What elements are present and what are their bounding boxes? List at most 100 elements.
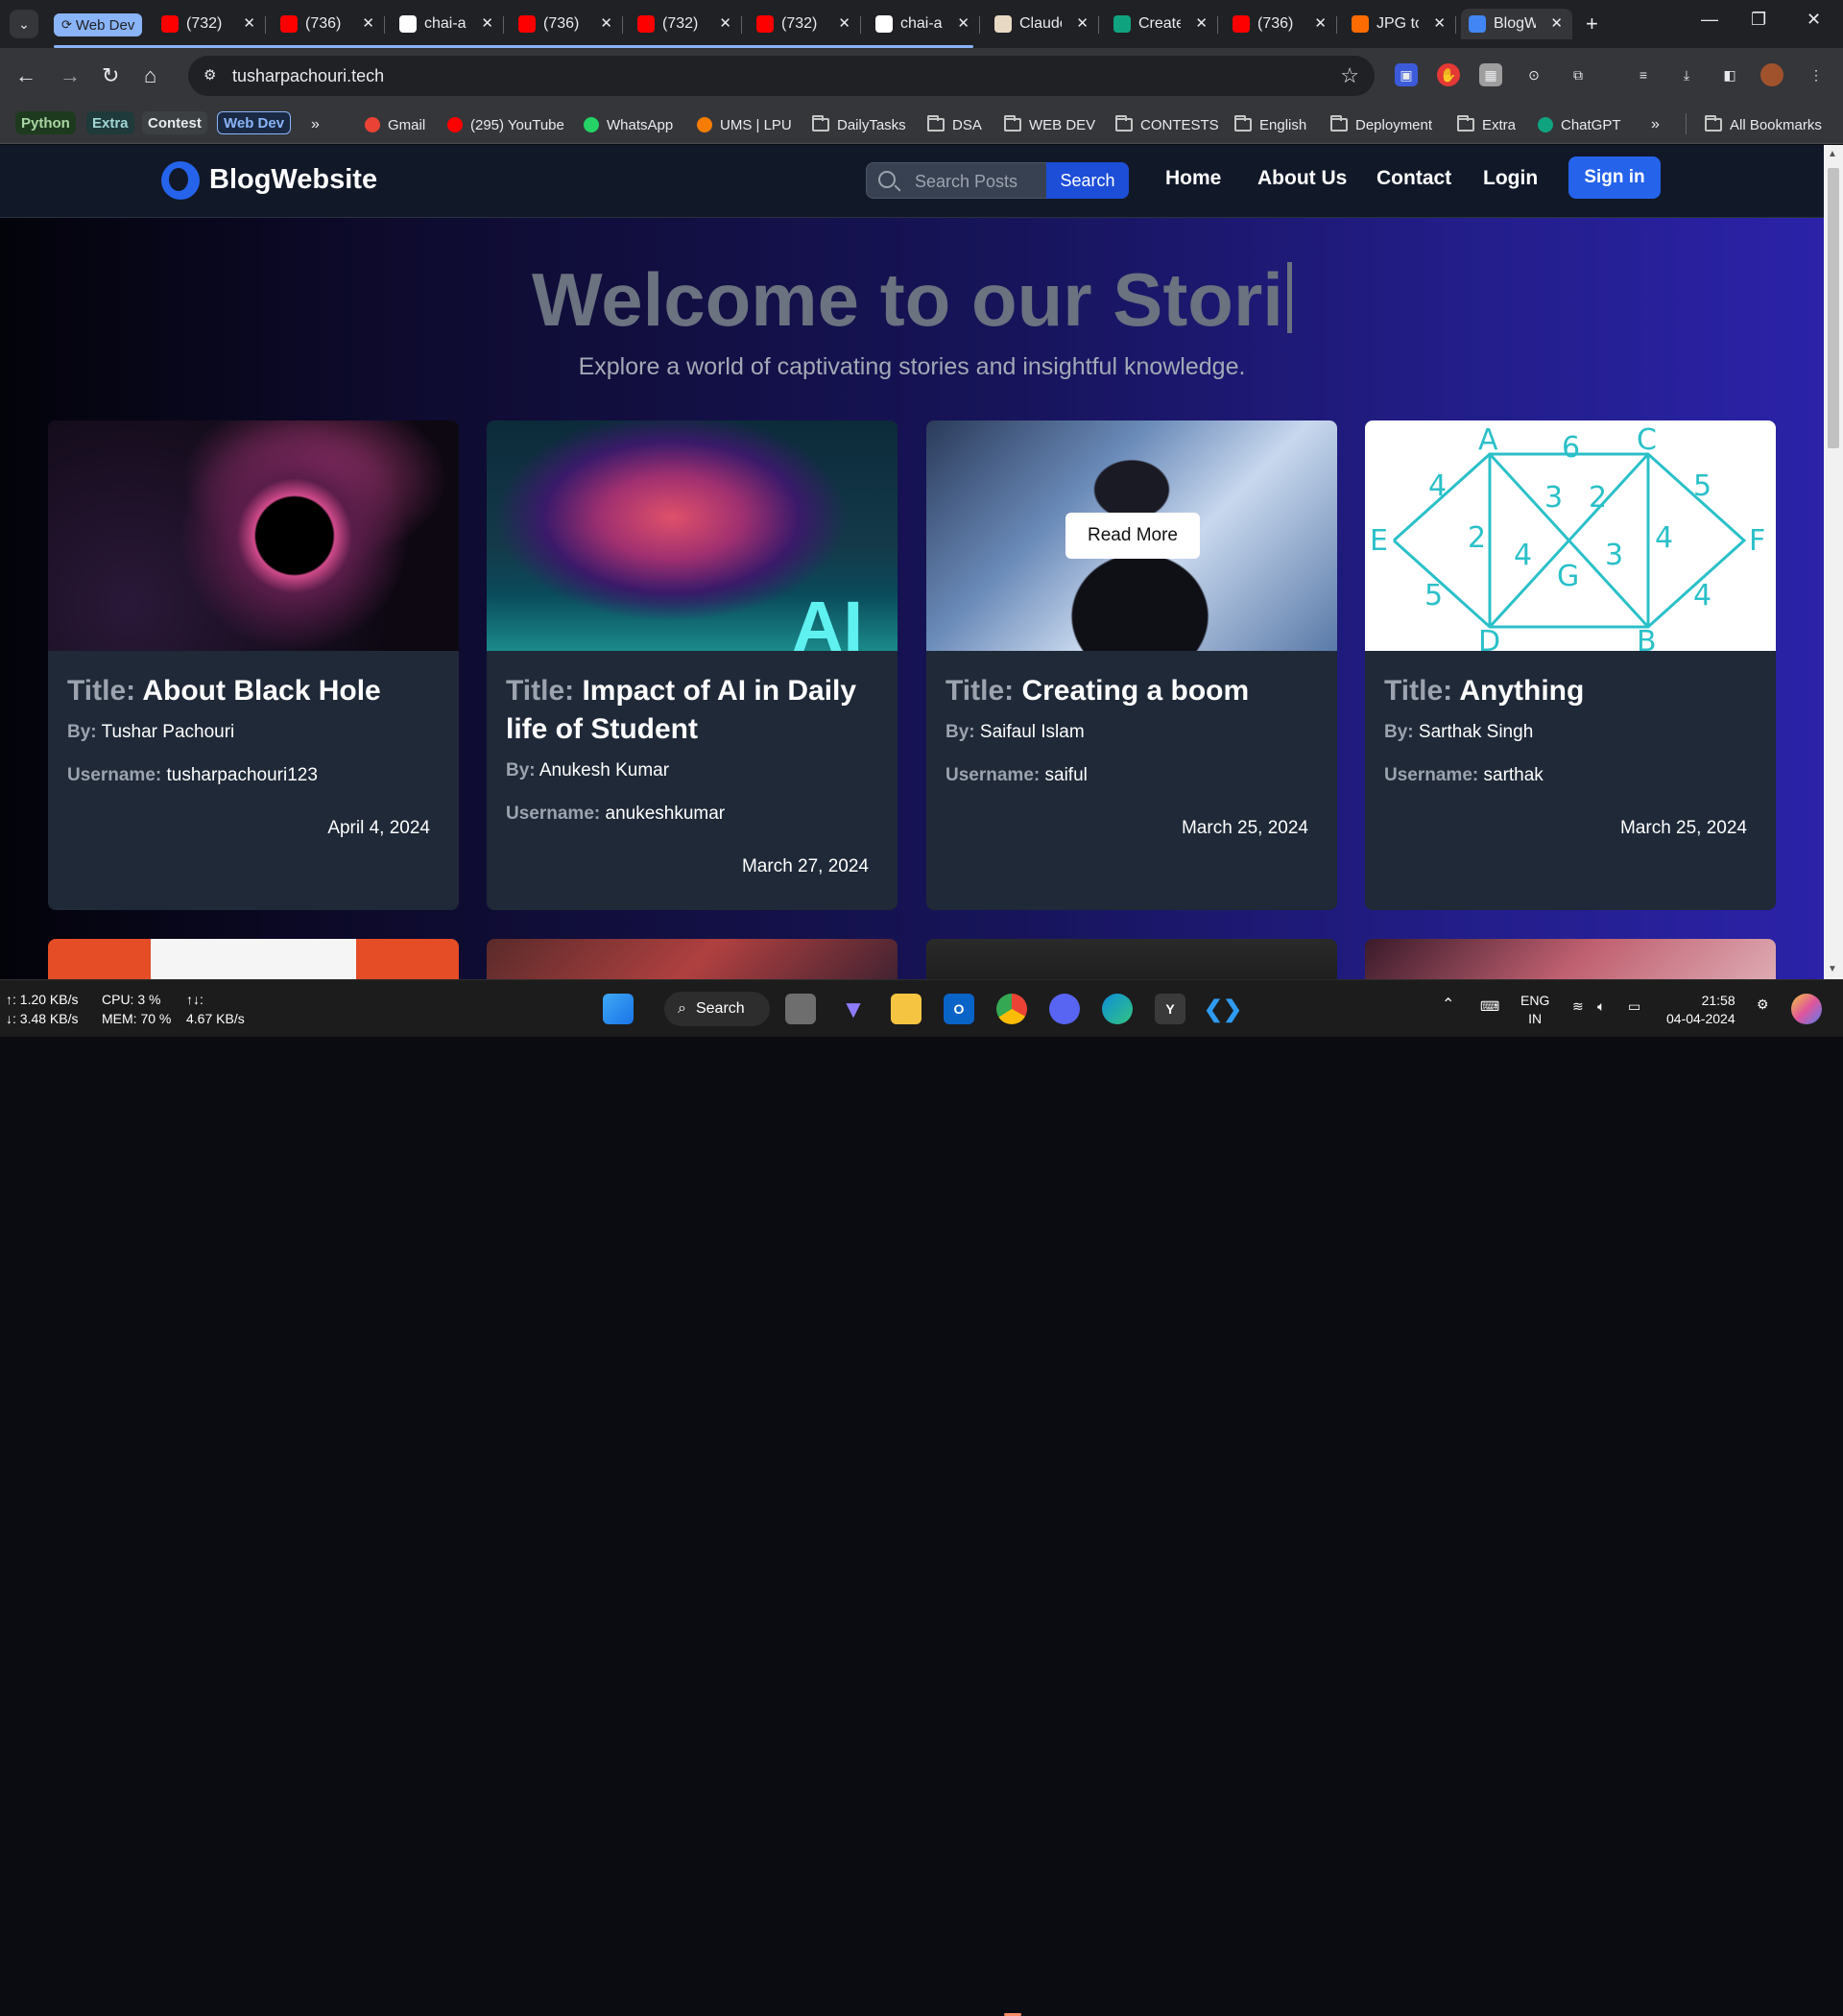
bookmark-star-icon[interactable]: ☆ <box>1340 63 1359 88</box>
edge-icon[interactable] <box>1102 994 1133 1024</box>
browser-tab[interactable]: (736) ✕ <box>273 9 385 39</box>
windows-start-icon[interactable] <box>603 994 634 1024</box>
bookmarks-overflow-button[interactable]: » <box>1651 115 1660 134</box>
close-tab-icon[interactable]: ✕ <box>1195 14 1208 32</box>
scroll-up-arrow[interactable]: ▲ <box>1828 149 1837 159</box>
bookmark-item[interactable]: WEB DEV <box>1004 115 1095 134</box>
bookmark-item[interactable]: DSA <box>927 115 982 134</box>
browser-tab[interactable]: BlogWebsite ✕ <box>1461 9 1572 39</box>
post-card[interactable]: Read More Title: Creating a boom By: Sai… <box>926 420 1337 910</box>
forward-button[interactable]: → <box>60 63 81 88</box>
bookmark-item[interactable]: ChatGPT <box>1538 115 1621 134</box>
browser-tab[interactable]: (732) ✕ <box>154 9 266 39</box>
post-card[interactable]: Title: About Black Hole By: Tushar Pacho… <box>48 420 459 910</box>
vpn-app-icon[interactable]: ▼ <box>838 994 869 1024</box>
all-bookmarks[interactable]: All Bookmarks <box>1705 115 1822 134</box>
task-view-icon[interactable] <box>785 994 816 1024</box>
bookmark-item[interactable]: CONTESTS <box>1115 115 1219 134</box>
bookmark-item[interactable]: DailyTasks <box>812 115 906 134</box>
close-tab-icon[interactable]: ✕ <box>243 14 255 32</box>
post-image-ai-brain[interactable]: AI <box>487 420 898 666</box>
volume-icon[interactable]: 🔈︎ <box>1597 997 1605 1016</box>
bookmark-item[interactable]: Extra <box>1457 115 1516 134</box>
close-tab-icon[interactable]: ✕ <box>481 14 493 32</box>
bookmark-item[interactable]: Deployment <box>1330 115 1432 134</box>
browser-tab[interactable]: Create ✕ <box>1106 9 1218 39</box>
language-indicator[interactable]: ENG IN <box>1520 992 1549 1028</box>
scroll-down-arrow[interactable]: ▼ <box>1828 964 1837 974</box>
search-button[interactable]: Search <box>1046 162 1129 199</box>
minimize-button[interactable]: — <box>1701 10 1718 30</box>
site-info-icon[interactable]: ⚙ <box>203 66 223 85</box>
nav-contact[interactable]: Contact <box>1376 167 1451 190</box>
home-button[interactable]: ⌂ <box>144 63 156 88</box>
site-brand[interactable]: BlogWebsite <box>209 164 377 196</box>
file-explorer-icon[interactable] <box>891 994 922 1024</box>
close-tab-icon[interactable]: ✕ <box>1314 14 1327 32</box>
vscode-icon[interactable]: ❮❯ <box>1204 994 1242 1024</box>
post-card-partial[interactable] <box>487 939 898 979</box>
bookmarks-overflow-left[interactable]: » <box>311 115 320 134</box>
side-panel-icon[interactable]: ◧ <box>1718 63 1741 86</box>
browser-tab[interactable]: (736) ✕ <box>511 9 623 39</box>
bookmark-group-chip[interactable]: Contest <box>142 111 207 134</box>
copilot-icon[interactable] <box>1791 994 1822 1024</box>
bookmark-item[interactable]: WhatsApp <box>584 115 673 134</box>
extension-1-icon[interactable]: ▣ <box>1395 63 1418 86</box>
tab-group-chip[interactable]: ⟳ Web Dev <box>54 13 143 36</box>
battery-icon[interactable]: ▭ <box>1628 997 1640 1016</box>
restore-button[interactable]: ❐ <box>1751 10 1766 30</box>
close-tab-icon[interactable]: ✕ <box>957 14 969 32</box>
browser-tab[interactable]: JPG to ✕ <box>1344 9 1456 39</box>
chrome-icon[interactable] <box>996 994 1027 1024</box>
bookmark-group-chip[interactable]: Extra <box>86 111 134 134</box>
extensions-puzzle-icon[interactable]: ⧉ <box>1567 63 1590 86</box>
tray-overflow-chevron-icon[interactable]: ⌃ <box>1442 996 1454 1014</box>
browser-tab[interactable]: Claude ✕ <box>987 9 1099 39</box>
browser-tab[interactable]: (732) ✕ <box>630 9 742 39</box>
browser-tab[interactable]: (736) ✕ <box>1225 9 1337 39</box>
post-card[interactable]: A C E F D B G 4 6 5 3 2 2 4 3 4 5 4 Titl… <box>1365 420 1776 910</box>
bookmark-group-chip[interactable]: Python <box>15 111 76 134</box>
bookmark-item[interactable]: English <box>1234 115 1306 134</box>
sign-in-button[interactable]: Sign in <box>1568 156 1661 199</box>
wifi-icon[interactable]: ≋ <box>1572 997 1584 1016</box>
profile-avatar[interactable] <box>1760 63 1783 86</box>
media-control-icon[interactable]: ≡ <box>1632 63 1655 86</box>
close-tab-icon[interactable]: ✕ <box>838 14 850 32</box>
post-image-black-hole[interactable] <box>48 420 459 651</box>
nav-login[interactable]: Login <box>1483 167 1538 190</box>
keyboard-icon[interactable]: ⌨ <box>1480 997 1499 1016</box>
read-more-button[interactable]: Read More <box>1065 513 1200 559</box>
bookmark-item[interactable]: (295) YouTube <box>447 115 564 134</box>
outlook-icon[interactable]: O <box>944 994 974 1024</box>
browser-tab[interactable]: (732) ✕ <box>749 9 861 39</box>
post-card-partial[interactable] <box>1365 939 1776 979</box>
discord-icon[interactable] <box>1049 994 1080 1024</box>
close-tab-icon[interactable]: ✕ <box>1550 14 1563 32</box>
close-tab-icon[interactable]: ✕ <box>719 14 731 32</box>
download-icon[interactable]: ⤓ <box>1675 63 1698 86</box>
scrollbar-thumb[interactable] <box>1828 168 1839 448</box>
extension-3-icon[interactable]: ▦ <box>1479 63 1502 86</box>
post-image-anime[interactable]: Read More <box>926 420 1337 651</box>
post-card[interactable]: AI Title: Impact of AI in Daily life of … <box>487 420 898 910</box>
post-card-partial[interactable] <box>926 939 1337 979</box>
tab-search-button[interactable]: ⌄ <box>10 10 38 38</box>
settings-gear-icon[interactable]: ⚙ <box>1757 996 1769 1014</box>
clock[interactable]: 21:58 04-04-2024 <box>1666 992 1735 1028</box>
browser-tab[interactable]: chai-aur ✕ <box>392 9 504 39</box>
close-window-button[interactable]: ✕ <box>1807 10 1821 30</box>
close-tab-icon[interactable]: ✕ <box>600 14 612 32</box>
taskbar-search[interactable]: ⌕ Search <box>664 992 770 1026</box>
address-bar[interactable]: ⚙ tusharpachouri.tech ☆ <box>188 56 1375 96</box>
app-y-icon[interactable]: Y <box>1155 994 1185 1024</box>
browser-menu-icon[interactable]: ⋮ <box>1805 63 1828 86</box>
nav-about-us[interactable]: About Us <box>1257 167 1347 190</box>
close-tab-icon[interactable]: ✕ <box>362 14 374 32</box>
site-logo-icon[interactable] <box>161 161 200 200</box>
nav-home[interactable]: Home <box>1165 167 1221 190</box>
reload-button[interactable]: ↻ <box>102 63 119 88</box>
browser-tab[interactable]: chai-aur ✕ <box>868 9 980 39</box>
bookmark-item[interactable]: Gmail <box>365 115 425 134</box>
